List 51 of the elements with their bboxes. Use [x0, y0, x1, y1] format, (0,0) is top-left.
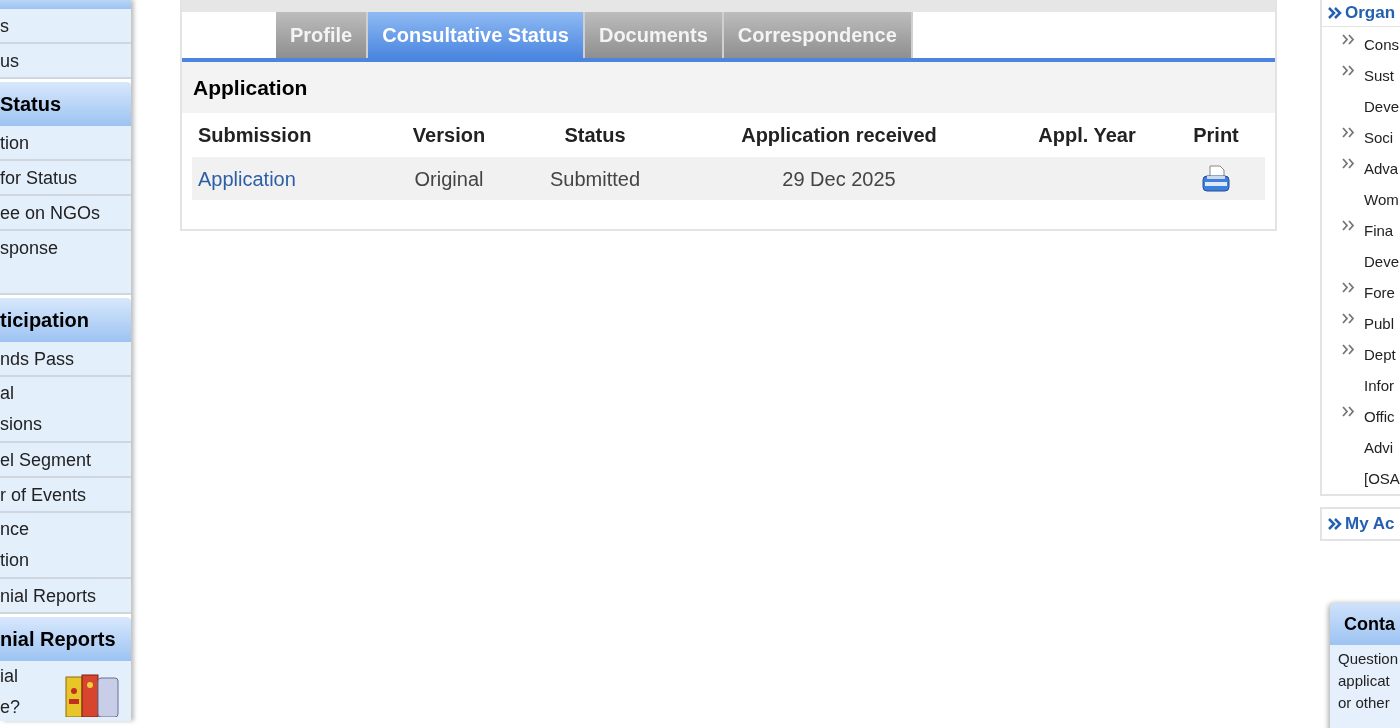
nav-section-header: nial Reports [0, 617, 131, 661]
nav-link[interactable]: Soci [1364, 122, 1394, 153]
nav-item[interactable]: nial Reports [0, 579, 131, 614]
nav-item[interactable]: us [0, 44, 131, 79]
nav-item[interactable]: nds Pass [0, 342, 131, 377]
nav-link[interactable]: Dept Infor [1364, 339, 1396, 401]
nav-link[interactable]: Cons [1364, 29, 1400, 60]
chevrons-icon [1328, 518, 1342, 530]
nav-item[interactable]: s [0, 9, 131, 44]
nav-item[interactable]: el Segment [0, 443, 131, 478]
nav-item[interactable]: for Status [0, 161, 131, 196]
chevrons-icon [1342, 282, 1355, 293]
table-cell: Submitted [549, 167, 641, 190]
application-link[interactable]: Application [198, 167, 296, 190]
nav-item[interactable]: r of Events [0, 478, 131, 513]
chevrons-icon [1342, 406, 1355, 417]
nav-item[interactable]: tion [0, 126, 131, 161]
column-header: Application received [741, 124, 937, 146]
nav-item[interactable]: ee on NGOs [0, 196, 131, 231]
nav-section-header: ticipation [0, 298, 131, 342]
column-header: Print [1193, 124, 1239, 146]
nav-link[interactable]: Offic Advi [OSA [1364, 401, 1400, 494]
panel-title[interactable]: My Ac [1345, 511, 1395, 537]
contact-text: Question applicat or other [1337, 649, 1400, 713]
nav-link[interactable]: Fina Deve [1364, 215, 1400, 277]
table-cell: Original [414, 167, 484, 190]
chevrons-icon [1342, 313, 1355, 324]
binders-icon [65, 673, 120, 717]
column-header: Appl. Year [1038, 124, 1136, 146]
panel-title[interactable]: Organ [1345, 0, 1396, 26]
printer-icon[interactable] [1201, 164, 1231, 193]
nav-link[interactable]: Fore [1364, 277, 1395, 308]
panel-title: Conta [1344, 612, 1395, 636]
promo-text: ial e? [0, 665, 21, 719]
column-header: Status [564, 124, 626, 146]
column-header: Submission [198, 124, 312, 146]
chevrons-icon [1342, 344, 1355, 355]
chevrons-icon [1342, 127, 1355, 138]
nav-link[interactable]: Sust Deve [1364, 60, 1400, 122]
chevrons-icon [1342, 34, 1355, 45]
nav-section-header: Status [0, 82, 131, 126]
chevrons-icon [1328, 7, 1342, 19]
column-header: Version [412, 124, 486, 146]
nav-link[interactable]: Adva Wom [1364, 153, 1399, 215]
section-title: Application [193, 74, 308, 101]
table-cell: 29 Dec 2025 [782, 167, 896, 190]
nav-link[interactable]: Publ [1364, 308, 1395, 339]
chevrons-icon [1342, 158, 1355, 169]
nav-item[interactable]: sponse [0, 231, 131, 295]
chevrons-icon [1342, 220, 1355, 231]
chevrons-icon [1342, 65, 1355, 76]
